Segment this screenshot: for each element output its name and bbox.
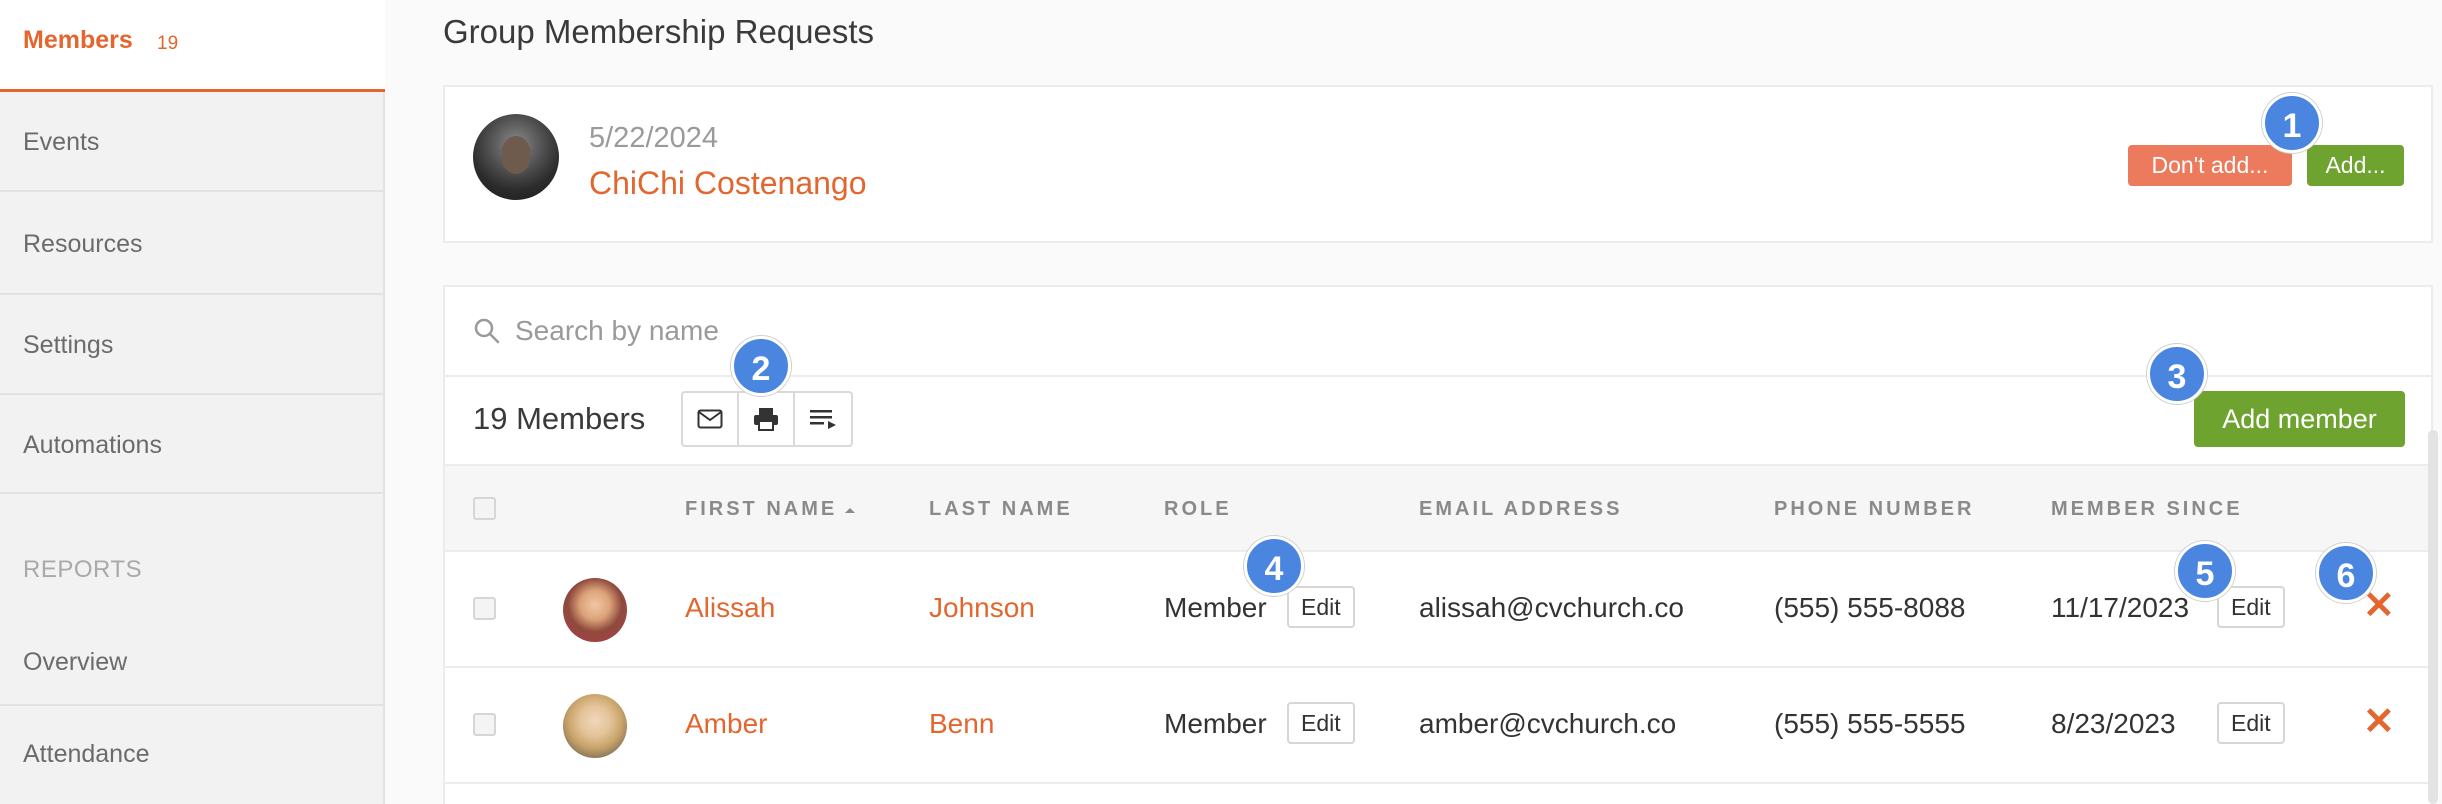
sidebar: Members 19 Events Resources Settings Aut…: [0, 0, 385, 804]
sidebar-item-label: Members: [23, 26, 133, 54]
membership-request-card: 5/22/2024 ChiChi Costenango Don't add...…: [443, 85, 2433, 243]
sidebar-item-resources[interactable]: Resources: [0, 192, 385, 295]
role-value: Member: [1164, 708, 1267, 739]
edit-member-since-button[interactable]: Edit: [2217, 586, 2285, 628]
sidebar-item-label: Settings: [23, 331, 114, 359]
sort-options-button[interactable]: [795, 393, 851, 445]
sidebar-section-reports: REPORTS: [23, 556, 143, 583]
sidebar-item-overview[interactable]: Overview: [0, 618, 385, 706]
search-input[interactable]: [515, 309, 1415, 353]
requester-name-link[interactable]: ChiChi Costenango: [589, 165, 867, 202]
printer-icon: [754, 408, 778, 431]
sidebar-item-events[interactable]: Events: [0, 92, 385, 192]
member-since-value: 8/23/2023: [2051, 708, 2176, 739]
table-header: FIRST NAME LAST NAME ROLE EMAIL ADDRESS …: [445, 464, 2431, 552]
first-name-link[interactable]: Amber: [685, 708, 767, 740]
column-header-member-since[interactable]: MEMBER SINCE: [2051, 498, 2243, 521]
dont-add-button[interactable]: Don't add...: [2128, 145, 2292, 186]
sidebar-item-settings[interactable]: Settings: [0, 295, 385, 395]
sidebar-item-label: Resources: [23, 230, 143, 258]
bulk-actions-toolbar: [681, 391, 853, 447]
sidebar-item-label: Automations: [23, 431, 162, 459]
sort-ascending-icon: [844, 507, 855, 513]
row-checkbox[interactable]: [473, 713, 496, 736]
table-row: Amber Benn Member Edit amber@cvchurch.co…: [445, 668, 2431, 784]
avatar: [563, 694, 627, 758]
annotation-marker-1: 1: [2262, 93, 2322, 153]
sort-list-icon: [810, 410, 836, 429]
last-name-link[interactable]: Johnson: [929, 592, 1035, 624]
scrollbar[interactable]: [2428, 430, 2438, 804]
email-members-button[interactable]: [683, 393, 739, 445]
mail-icon: [697, 409, 723, 429]
last-name-link[interactable]: Benn: [929, 708, 994, 740]
annotation-marker-6: 6: [2316, 543, 2376, 603]
members-count-badge: 19: [157, 33, 179, 54]
annotation-marker-3: 3: [2147, 344, 2207, 404]
sidebar-item-members[interactable]: Members 19: [0, 0, 385, 92]
column-header-last-name[interactable]: LAST NAME: [929, 498, 1073, 521]
close-x-icon[interactable]: ✕: [2363, 702, 2395, 742]
phone-value: (555) 555-8088: [1774, 592, 1966, 623]
search-icon: [474, 318, 500, 344]
members-count: 19 Members: [473, 401, 646, 436]
request-date: 5/22/2024: [589, 122, 719, 154]
column-header-role[interactable]: ROLE: [1164, 498, 1232, 521]
sidebar-item-automations[interactable]: Automations: [0, 395, 385, 494]
edit-role-button[interactable]: Edit: [1287, 702, 1355, 744]
phone-value: (555) 555-5555: [1774, 708, 1966, 739]
sidebar-item-attendance[interactable]: Attendance: [0, 706, 385, 804]
annotation-marker-2: 2: [731, 336, 791, 396]
email-value: alissah@cvchurch.co: [1419, 592, 1684, 623]
column-header-phone[interactable]: PHONE NUMBER: [1774, 498, 1974, 521]
email-value: amber@cvchurch.co: [1419, 708, 1677, 739]
role-value: Member: [1164, 592, 1267, 623]
page-title: Group Membership Requests: [443, 13, 875, 50]
annotation-marker-4: 4: [1244, 536, 1304, 596]
table-row: Alissah Johnson Member Edit alissah@cvch…: [445, 552, 2431, 668]
column-header-label: FIRST NAME: [685, 498, 838, 520]
sidebar-item-label: Events: [23, 128, 100, 156]
first-name-link[interactable]: Alissah: [685, 592, 775, 624]
add-member-button[interactable]: Add member: [2194, 391, 2405, 447]
avatar: [563, 578, 627, 642]
add-request-button[interactable]: Add...: [2307, 145, 2404, 186]
select-all-checkbox[interactable]: [473, 497, 496, 520]
sidebar-item-label: Overview: [23, 648, 128, 676]
row-checkbox[interactable]: [473, 597, 496, 620]
sidebar-item-label: Attendance: [23, 740, 150, 768]
edit-member-since-button[interactable]: Edit: [2217, 702, 2285, 744]
column-header-first-name[interactable]: FIRST NAME: [685, 498, 856, 521]
edit-role-button[interactable]: Edit: [1287, 586, 1355, 628]
print-members-button[interactable]: [739, 393, 795, 445]
annotation-marker-5: 5: [2175, 541, 2235, 601]
column-header-email[interactable]: EMAIL ADDRESS: [1419, 498, 1622, 521]
avatar: [473, 114, 559, 200]
member-since-value: 11/17/2023: [2051, 592, 2190, 623]
